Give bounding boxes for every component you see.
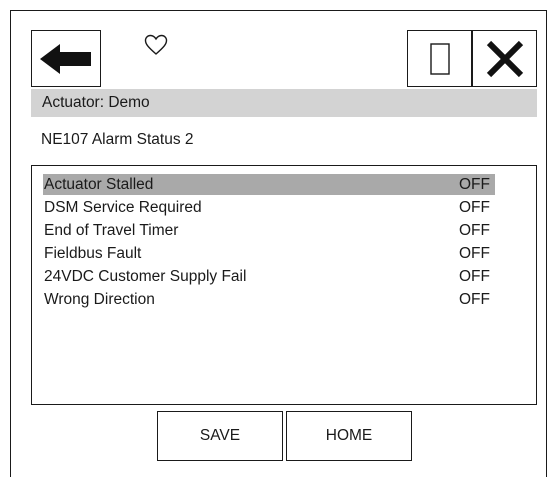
alarm-label: Fieldbus Fault bbox=[44, 245, 142, 262]
window-button[interactable] bbox=[407, 30, 472, 87]
screen-title: NE107 Alarm Status 2 bbox=[41, 131, 194, 148]
context-label: Actuator: Demo bbox=[42, 94, 150, 111]
frame-top-border bbox=[10, 10, 547, 11]
alarm-row-actuator-stalled[interactable]: Actuator Stalled OFF bbox=[43, 174, 495, 195]
alarm-row-end-of-travel-timer[interactable]: End of Travel Timer OFF bbox=[43, 220, 495, 241]
alarm-label: Actuator Stalled bbox=[44, 176, 154, 193]
alarm-value: OFF bbox=[459, 268, 490, 285]
frame-left-border bbox=[10, 10, 11, 477]
alarm-value: OFF bbox=[459, 176, 490, 193]
alarm-row-wrong-direction[interactable]: Wrong Direction OFF bbox=[43, 289, 495, 310]
alarm-label: DSM Service Required bbox=[44, 199, 202, 216]
empty-square-icon bbox=[429, 42, 450, 75]
save-button[interactable]: SAVE bbox=[157, 411, 283, 461]
back-button[interactable] bbox=[31, 30, 101, 87]
alarm-label: 24VDC Customer Supply Fail bbox=[44, 268, 247, 285]
alarm-value: OFF bbox=[459, 245, 490, 262]
context-bar: Actuator: Demo bbox=[31, 89, 537, 117]
favorite-button[interactable] bbox=[143, 33, 169, 57]
arrow-left-icon bbox=[40, 43, 91, 74]
alarm-label: Wrong Direction bbox=[44, 291, 155, 308]
alarm-list: Actuator Stalled OFF DSM Service Require… bbox=[31, 165, 537, 405]
alarm-label: End of Travel Timer bbox=[44, 222, 179, 239]
alarm-value: OFF bbox=[459, 222, 490, 239]
close-x-icon bbox=[486, 40, 523, 77]
heart-outline-icon bbox=[144, 34, 168, 55]
alarm-row-fieldbus-fault[interactable]: Fieldbus Fault OFF bbox=[43, 243, 495, 264]
alarm-value: OFF bbox=[459, 199, 490, 216]
alarm-value: OFF bbox=[459, 291, 490, 308]
close-button[interactable] bbox=[472, 30, 537, 87]
frame-right-border bbox=[546, 10, 547, 477]
alarm-row-dsm-service-required[interactable]: DSM Service Required OFF bbox=[43, 197, 495, 218]
alarm-row-customer-supply-fail[interactable]: 24VDC Customer Supply Fail OFF bbox=[43, 266, 495, 287]
home-button[interactable]: HOME bbox=[286, 411, 412, 461]
